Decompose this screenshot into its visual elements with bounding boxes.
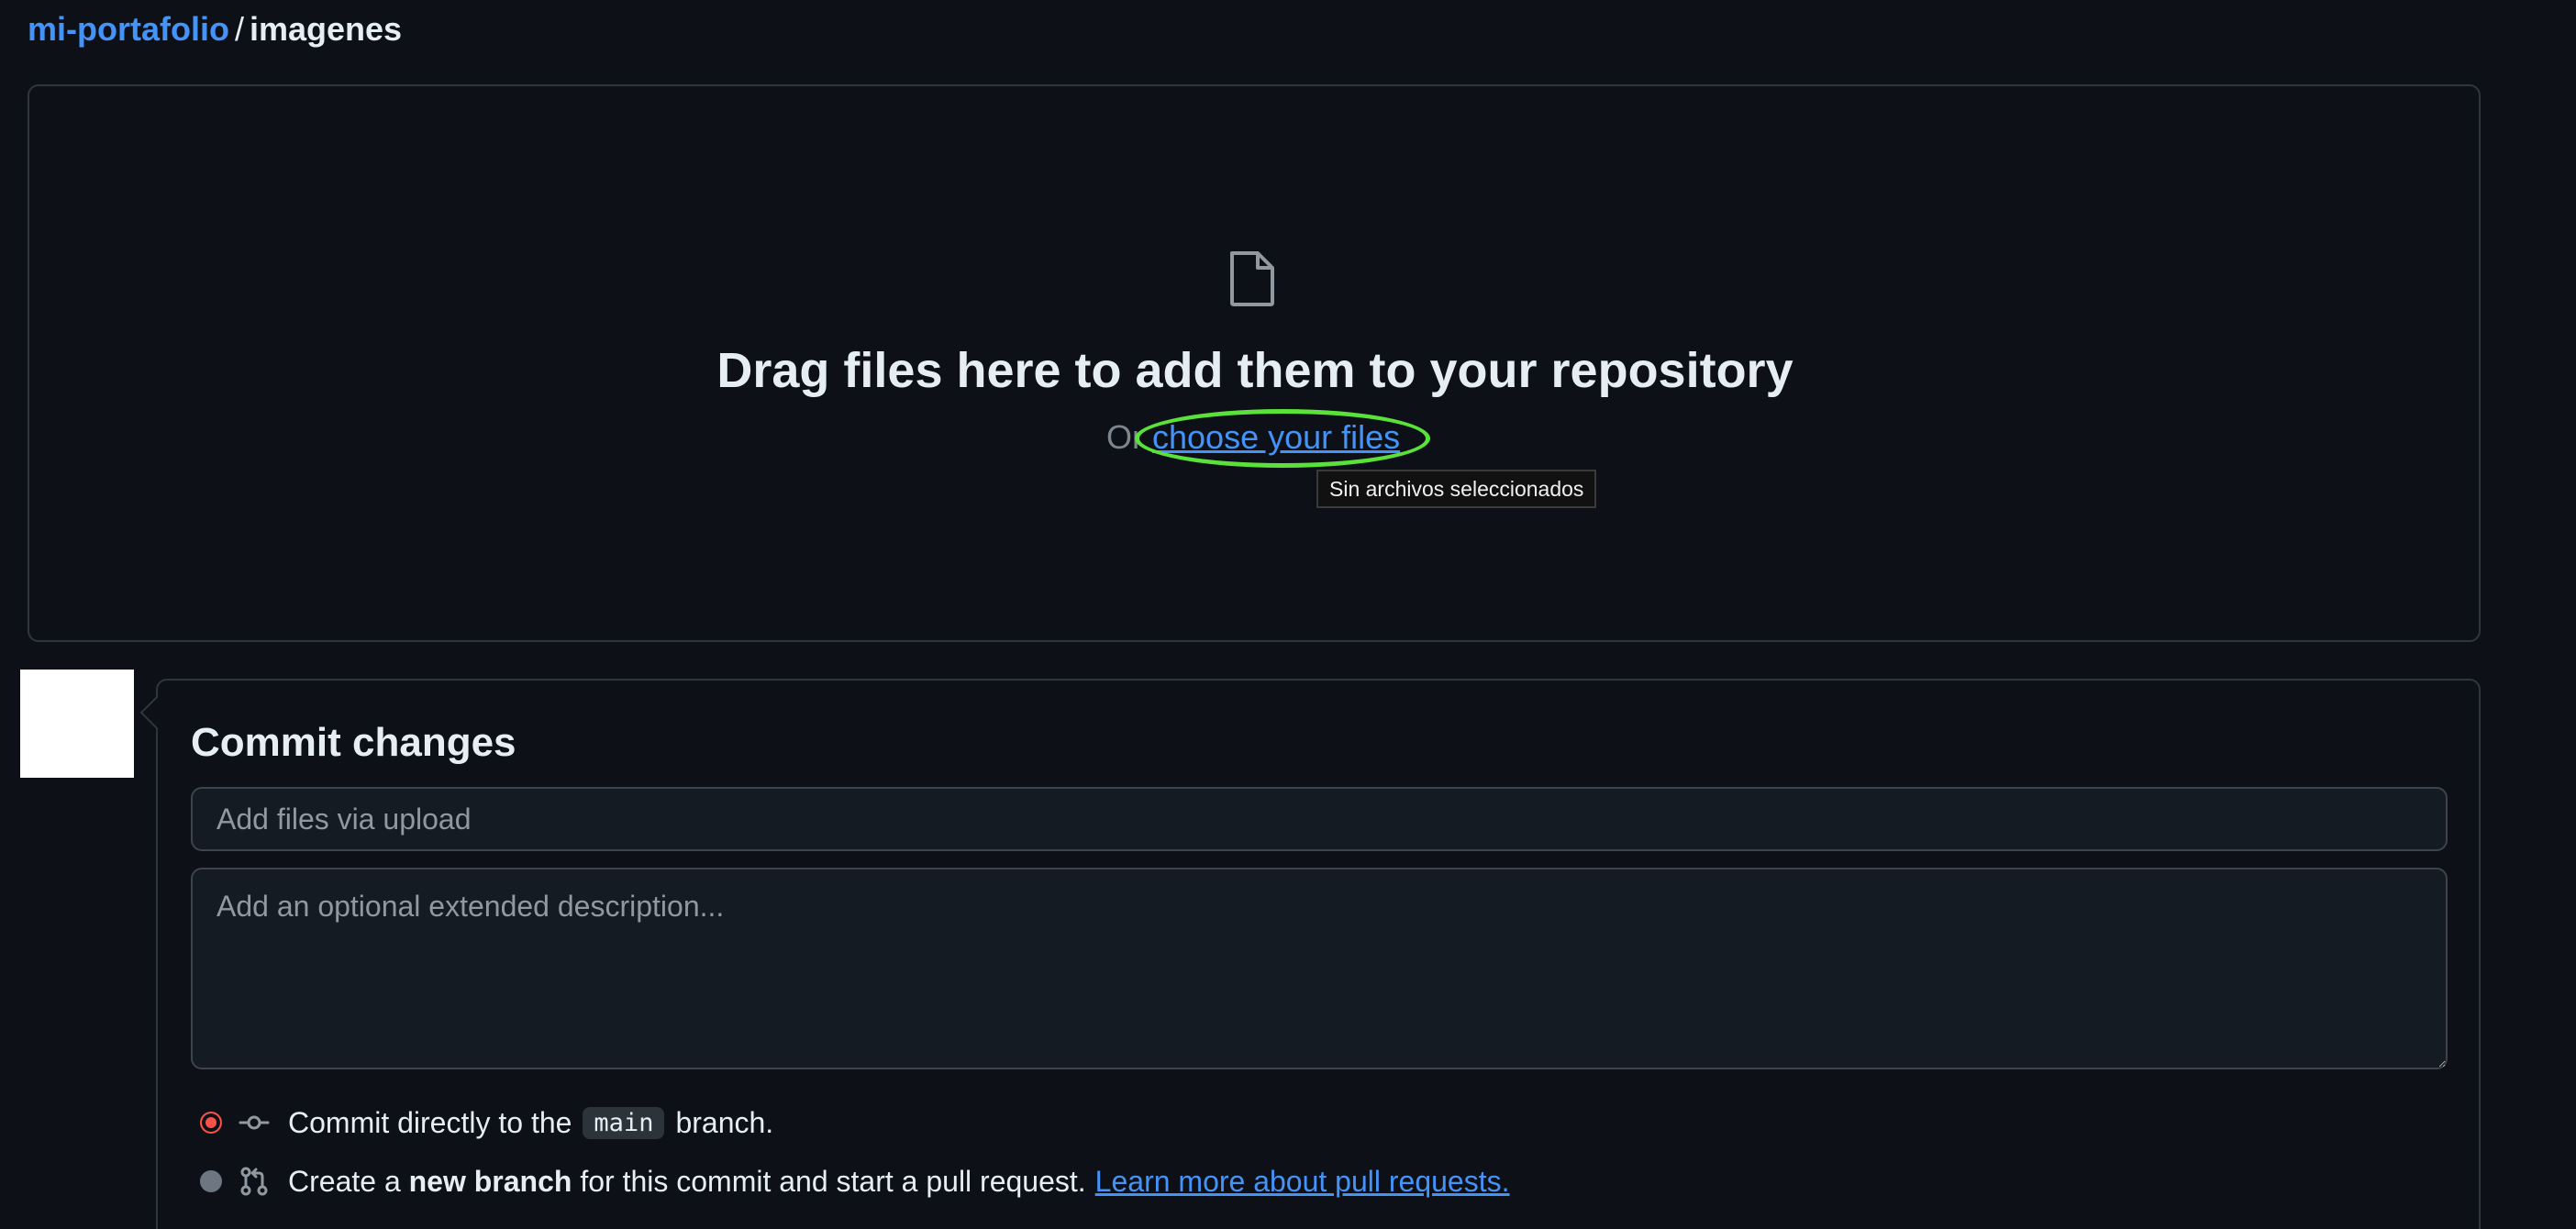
new-branch-option[interactable]: Create a new branch for this commit and … — [200, 1161, 1510, 1201]
choose-files-prefix: Or — [1106, 418, 1143, 456]
commit-description-textarea[interactable] — [191, 868, 2448, 1069]
new-branch-text-after: for this commit and start a pull request… — [580, 1164, 1086, 1198]
commit-summary-input[interactable] — [191, 787, 2448, 851]
learn-more-pull-requests-link[interactable]: Learn more about pull requests. — [1095, 1165, 1510, 1199]
commit-direct-option[interactable]: Commit directly to the main branch. — [200, 1102, 773, 1143]
git-commit-icon — [239, 1115, 270, 1130]
choose-files-line: Or choose your files — [1106, 415, 1400, 460]
file-icon — [1230, 251, 1274, 306]
choose-files-link[interactable]: choose your files — [1152, 418, 1400, 456]
new-branch-text-before: Create a — [288, 1164, 401, 1198]
new-branch-bold: new branch — [408, 1164, 572, 1198]
file-status-tooltip: Sin archivos seleccionados — [1316, 470, 1597, 508]
breadcrumb-directory: imagenes — [250, 10, 403, 48]
breadcrumb: mi-portafolio / imagenes — [28, 7, 402, 51]
commit-direct-text-after: branch. — [675, 1105, 774, 1139]
new-branch-radio[interactable] — [200, 1170, 222, 1192]
git-pull-request-icon — [240, 1167, 268, 1196]
commit-direct-radio[interactable] — [200, 1112, 222, 1134]
commit-direct-text-before: Commit directly to the — [288, 1105, 572, 1139]
avatar — [20, 670, 134, 778]
dropzone-title: Drag files here to add them to your repo… — [716, 343, 1793, 398]
upload-files-page: mi-portafolio / imagenes Drag files here t… — [0, 0, 2576, 1229]
breadcrumb-repo-link[interactable]: mi-portafolio — [28, 10, 229, 48]
branch-name: main — [583, 1106, 665, 1139]
commit-title: Commit changes — [191, 720, 516, 765]
breadcrumb-separator: / — [234, 10, 244, 48]
